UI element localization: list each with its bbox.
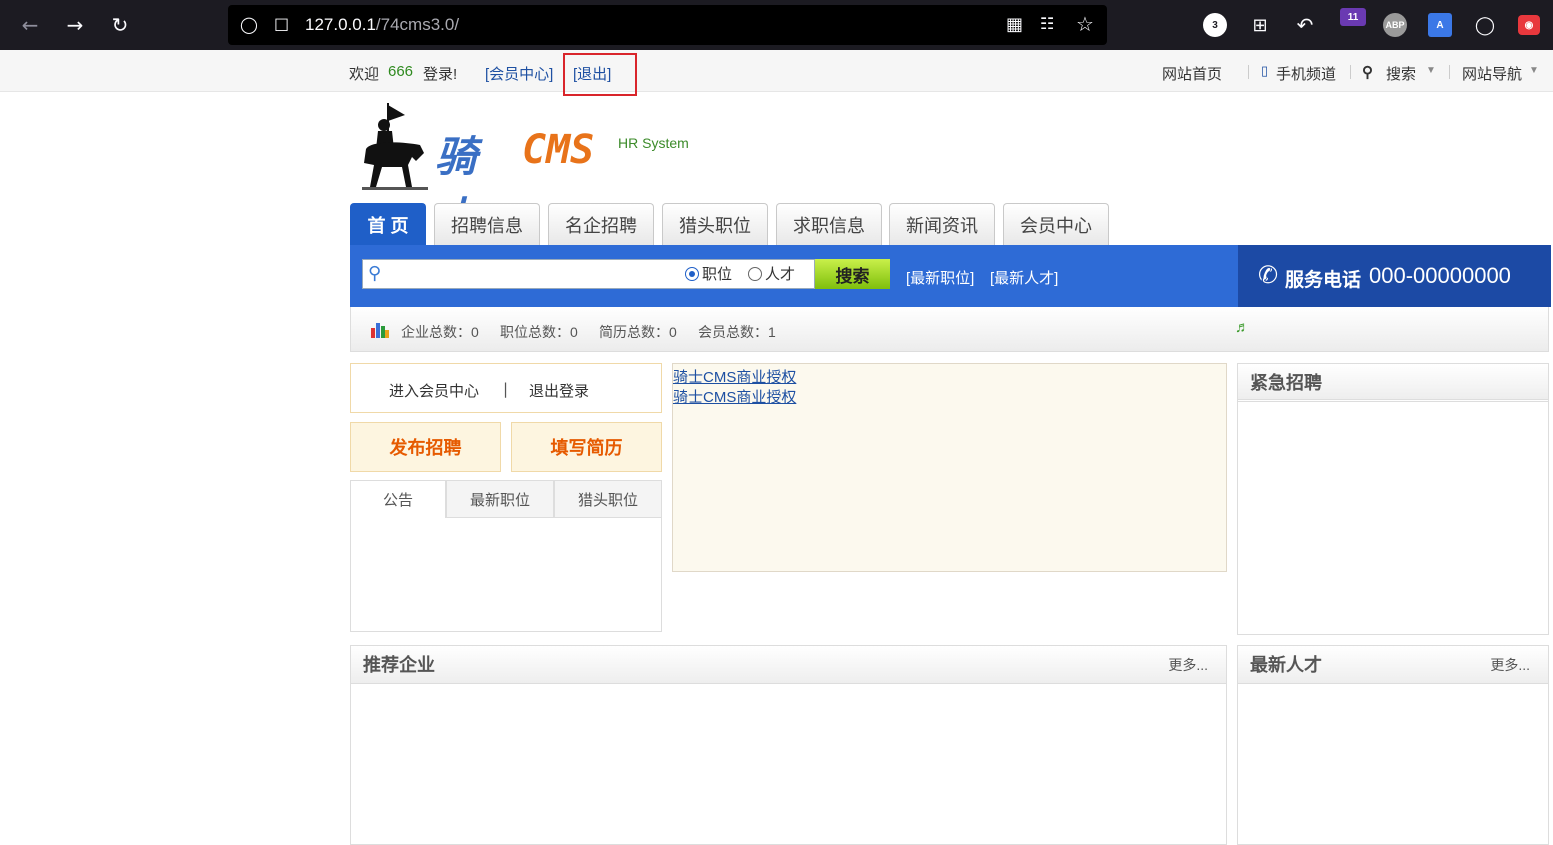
back-icon[interactable]: ←: [16, 11, 44, 39]
search-icon: ⚲: [368, 263, 382, 284]
extension-badge-icon[interactable]: 11: [1340, 8, 1366, 26]
logo-cms: CMS: [522, 127, 595, 173]
chevron-down-icon: ▼: [1529, 65, 1539, 76]
tab-famous-companies[interactable]: 名企招聘: [548, 203, 654, 245]
tab-job-seekers[interactable]: 求职信息: [776, 203, 882, 245]
tab-headhunter[interactable]: 猎头职位: [662, 203, 768, 245]
urgent-jobs-panel: 紧急招聘: [1237, 363, 1549, 635]
latest-jobs-link[interactable]: [最新职位]: [906, 267, 974, 288]
license-link[interactable]: 骑士CMS商业授权: [673, 366, 796, 387]
member-box-divider: |: [503, 380, 509, 398]
forward-icon[interactable]: →: [61, 11, 89, 39]
chevron-down-icon: ▼: [1426, 65, 1436, 76]
member-box: 进入会员中心 | 退出登录: [350, 363, 662, 413]
logged-in-text: 登录!: [423, 66, 458, 83]
search-icon: ⚲: [1362, 64, 1373, 81]
tab-member-center[interactable]: 会员中心: [1003, 203, 1109, 245]
recommended-header: 推荐企业 更多...: [351, 646, 1226, 684]
license-link[interactable]: 骑士CMS商业授权: [673, 386, 796, 407]
latest-talent-title: 最新人才: [1250, 655, 1322, 675]
site-topbar: 欢迎 666 登录! [会员中心] [退出] 网站首页 ▯ 手机频道 ⚲ 搜索 …: [0, 50, 1553, 92]
top-search-dropdown[interactable]: 搜索: [1386, 63, 1416, 84]
tab-latest-jobs[interactable]: 最新职位: [446, 480, 554, 518]
crop-icon[interactable]: ⊞: [1246, 11, 1274, 39]
divider: [1350, 65, 1351, 79]
shield-icon[interactable]: ◯: [240, 15, 258, 34]
recommended-title: 推荐企业: [363, 655, 435, 675]
latest-talent-more-link[interactable]: 更多...: [1490, 646, 1530, 684]
logout-button[interactable]: 退出登录: [529, 380, 589, 401]
divider: [1248, 65, 1249, 79]
tab-notice[interactable]: 公告: [350, 480, 446, 518]
search-band: ⚲ 职位 人才 搜索 [最新职位] [最新人才]: [350, 245, 1238, 307]
welcome-text: 欢迎: [349, 66, 380, 83]
bar-chart-icon: [371, 323, 389, 338]
radio-job[interactable]: [685, 266, 699, 281]
site-nav-dropdown[interactable]: 网站导航: [1462, 63, 1522, 84]
speaker-icon[interactable]: ♬: [1235, 319, 1250, 336]
phone-label: 服务电话: [1285, 270, 1362, 291]
phone-number: 000-00000000: [1369, 263, 1511, 288]
site-logo[interactable]: 骑士 CMS HR System: [360, 101, 689, 242]
radio-talent-label: 人才: [765, 266, 796, 283]
undo-icon[interactable]: ↶: [1291, 11, 1319, 39]
urgent-jobs-title: 紧急招聘: [1250, 373, 1322, 393]
job-count: 职位总数：0: [500, 324, 578, 340]
phone-icon: ✆: [1258, 262, 1279, 289]
qr-code-icon[interactable]: ▦: [1006, 14, 1023, 35]
url-path: /74cms3.0/: [375, 15, 460, 34]
tab-news[interactable]: 新闻资讯: [889, 203, 995, 245]
recommended-companies-panel: 推荐企业 更多...: [350, 645, 1227, 845]
search-type-radios: 职位 人才: [685, 263, 795, 284]
member-count: 会员总数：1: [698, 324, 776, 340]
resume-count: 简历总数：0: [599, 324, 677, 340]
latest-talent-link[interactable]: [最新人才]: [990, 267, 1058, 288]
lightbulb-icon[interactable]: ◯: [1471, 11, 1499, 39]
fill-resume-button[interactable]: 填写简历: [511, 422, 662, 472]
enter-member-center-link[interactable]: 进入会员中心: [389, 380, 479, 401]
company-count: 企业总数：0: [401, 324, 479, 340]
tab-count-icon[interactable]: 3: [1203, 13, 1227, 37]
service-phone: ✆ 服务电话 000-00000000: [1238, 245, 1551, 307]
screenshot-icon[interactable]: ◉: [1518, 15, 1540, 35]
stats-bar: 企业总数：0 职位总数：0 简历总数：0 会员总数：1 ♬: [350, 307, 1549, 352]
latest-talent-header: 最新人才 更多...: [1238, 646, 1548, 684]
url-host: 127.0.0.1: [305, 15, 376, 34]
browser-toolbar: ← → ↻ ◯ □ 127.0.0.1/74cms3.0/ ▦ ☷ ☆ 3 ⊞ …: [0, 0, 1553, 50]
bookmark-star-icon[interactable]: ☆: [1076, 12, 1094, 36]
ext-badge-count: 11: [1347, 11, 1359, 23]
latest-talent-panel: 最新人才 更多...: [1237, 645, 1549, 845]
mobile-icon: ▯: [1261, 63, 1269, 78]
recommended-more-link[interactable]: 更多...: [1168, 646, 1208, 684]
radio-talent[interactable]: [748, 266, 763, 281]
google-translate-icon[interactable]: A: [1428, 13, 1452, 37]
home-link[interactable]: 网站首页: [1162, 63, 1222, 84]
member-center-link[interactable]: [会员中心]: [485, 63, 553, 84]
logo-subtitle: HR System: [618, 135, 689, 151]
knight-logo-icon: [362, 103, 428, 190]
tab-headhunter-jobs[interactable]: 猎头职位: [554, 480, 662, 518]
urgent-jobs-header: 紧急招聘: [1238, 364, 1548, 402]
adblock-icon[interactable]: ABP: [1383, 13, 1407, 37]
logout-highlight-box: [563, 53, 637, 96]
tab-jobs[interactable]: 招聘信息: [434, 203, 540, 245]
tab-home[interactable]: 首 页: [350, 203, 426, 245]
publish-job-button[interactable]: 发布招聘: [350, 422, 501, 472]
radio-job-label: 职位: [702, 266, 733, 283]
reload-icon[interactable]: ↻: [106, 11, 134, 39]
mobile-channel-link[interactable]: 手机频道: [1276, 63, 1336, 84]
search-button[interactable]: 搜索: [815, 259, 890, 289]
url-text[interactable]: 127.0.0.1/74cms3.0/: [305, 15, 459, 35]
tab-count: 3: [1212, 19, 1218, 31]
center-panel: 骑士CMS商业授权 骑士CMS商业授权: [672, 363, 1227, 572]
page-icon: □: [274, 14, 290, 33]
url-bar[interactable]: ◯ □ 127.0.0.1/74cms3.0/ ▦ ☷ ☆: [228, 5, 1107, 45]
username: 666: [388, 63, 414, 80]
divider: [1449, 65, 1450, 79]
translate-icon[interactable]: ☷: [1040, 14, 1054, 33]
